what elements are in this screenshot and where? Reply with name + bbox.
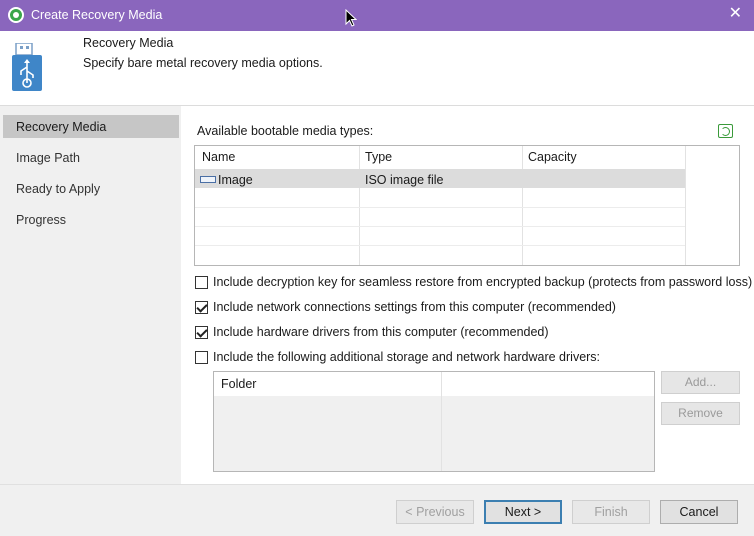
wizard-steps: Recovery Media Image Path Ready to Apply…: [0, 106, 180, 484]
checkbox-box[interactable]: [195, 326, 208, 339]
checkbox-label: Include network connections settings fro…: [213, 300, 616, 314]
row-divider: [195, 226, 685, 227]
checkbox-label: Include hardware drivers from this compu…: [213, 325, 549, 339]
add-folder-button[interactable]: Add...: [661, 371, 740, 394]
usb-drive-icon: [12, 43, 42, 91]
checkbox-label: Include the following additional storage…: [213, 350, 601, 364]
column-divider: [685, 146, 686, 265]
step-ready-to-apply[interactable]: Ready to Apply: [3, 177, 179, 200]
title-bar: Create Recovery Media ✕: [0, 0, 754, 31]
column-header-capacity[interactable]: Capacity: [528, 150, 577, 164]
step-image-path[interactable]: Image Path: [3, 146, 179, 169]
close-icon[interactable]: ✕: [729, 5, 742, 23]
row-divider: [195, 245, 685, 246]
wizard-header: Recovery Media Specify bare metal recove…: [0, 31, 754, 105]
checkbox-label: Include decryption key for seamless rest…: [213, 275, 753, 289]
step-progress[interactable]: Progress: [3, 208, 179, 231]
column-header-type[interactable]: Type: [365, 150, 392, 164]
finish-button[interactable]: Finish: [572, 500, 650, 524]
wizard-content: Available bootable media types: Name Typ…: [181, 106, 754, 484]
row-type: ISO image file: [365, 173, 444, 187]
wizard-footer: < Previous Next > Finish Cancel: [0, 484, 754, 536]
remove-folder-button[interactable]: Remove: [661, 402, 740, 425]
row-divider: [195, 207, 685, 208]
driver-folders-list[interactable]: Folder: [213, 371, 655, 472]
column-divider: [441, 372, 442, 471]
page-subtitle: Specify bare metal recovery media option…: [83, 56, 323, 70]
media-types-label: Available bootable media types:: [197, 124, 374, 138]
media-types-table[interactable]: Name Type Capacity Image ISO image file: [194, 145, 740, 266]
folder-list-header: Folder: [214, 372, 654, 396]
column-divider: [359, 146, 360, 265]
checkbox-box[interactable]: [195, 301, 208, 314]
next-button[interactable]: Next >: [484, 500, 562, 524]
column-header-folder[interactable]: Folder: [221, 377, 256, 391]
row-name: Image: [218, 173, 253, 187]
column-divider: [522, 146, 523, 265]
refresh-icon[interactable]: [718, 124, 733, 138]
checkbox-box[interactable]: [195, 276, 208, 289]
column-header-name[interactable]: Name: [202, 150, 235, 164]
checkbox-box[interactable]: [195, 351, 208, 364]
mouse-cursor-icon: [345, 9, 357, 27]
previous-button[interactable]: < Previous: [396, 500, 474, 524]
image-file-icon: [200, 176, 216, 183]
window-title: Create Recovery Media: [31, 8, 163, 22]
cancel-button[interactable]: Cancel: [660, 500, 738, 524]
app-logo-icon: [8, 7, 24, 23]
step-recovery-media[interactable]: Recovery Media: [3, 115, 179, 138]
page-title: Recovery Media: [83, 36, 174, 50]
